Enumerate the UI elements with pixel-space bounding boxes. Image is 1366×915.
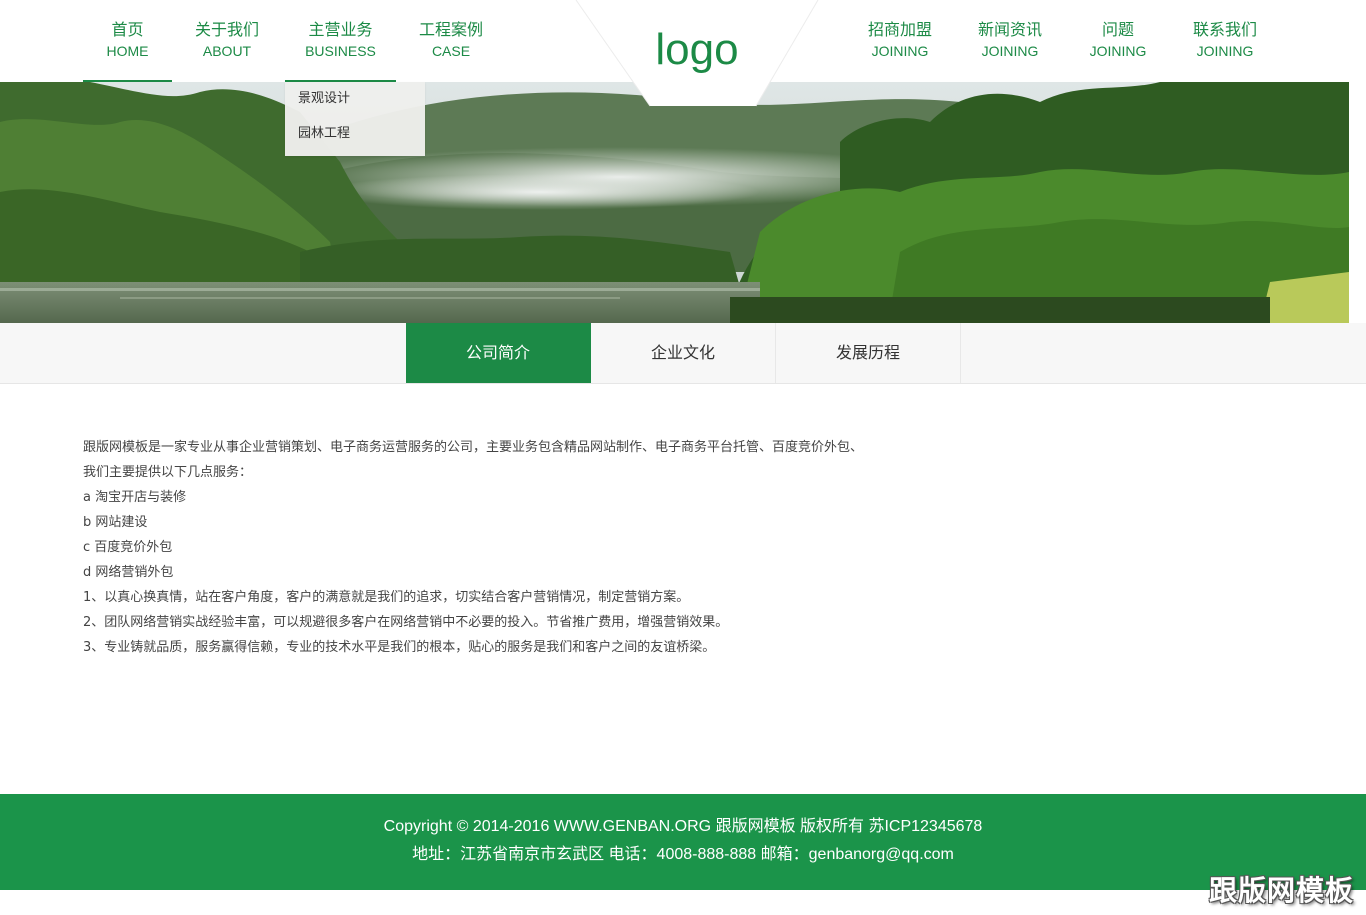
nav-news[interactable]: 新闻资讯 JOINING xyxy=(965,0,1055,80)
nav-faq-en: JOINING xyxy=(1089,43,1147,59)
nav-business-en: BUSINESS xyxy=(305,43,376,59)
nav-news-cn: 新闻资讯 xyxy=(977,20,1042,39)
nav-home-underline xyxy=(83,0,172,82)
nav-about[interactable]: 关于我们 ABOUT xyxy=(182,0,272,80)
hero-banner xyxy=(0,82,1349,323)
nav-contact-cn: 联系我们 xyxy=(1192,20,1257,39)
business-dropdown: 景观设计 园林工程 xyxy=(285,82,425,156)
nav-case[interactable]: 工程案例 CASE xyxy=(406,0,496,80)
nav-faq-cn: 问题 xyxy=(1101,20,1134,39)
dropdown-item-landscape[interactable]: 景观设计 xyxy=(298,90,350,108)
nav-joining-cn: 招商加盟 xyxy=(867,20,932,39)
about-tabbar: 公司简介 企业文化 发展历程 xyxy=(0,323,1366,384)
dropdown-item-garden[interactable]: 园林工程 xyxy=(298,125,350,143)
content-line: b 网站建设 xyxy=(83,515,148,530)
nav-news-en: JOINING xyxy=(981,43,1039,59)
nav-contact[interactable]: 联系我们 JOINING xyxy=(1180,0,1270,80)
nav-case-en: CASE xyxy=(431,43,471,59)
nav-case-cn: 工程案例 xyxy=(418,20,483,39)
nav-about-en: ABOUT xyxy=(202,43,252,59)
content-line: a 淘宝开店与装修 xyxy=(83,490,187,505)
nav-joining[interactable]: 招商加盟 JOINING xyxy=(855,0,945,80)
footer-copyright: Copyright © 2014-2016 WWW.GENBAN.ORG 跟版网… xyxy=(383,818,983,835)
footer-contact: 地址：江苏省南京市玄武区 电话：4008-888-888 邮箱：genbanor… xyxy=(412,846,954,863)
nav-contact-en: JOINING xyxy=(1196,43,1254,59)
forest-lake-image xyxy=(0,82,1349,323)
tab-history[interactable]: 发展历程 xyxy=(776,323,961,383)
nav-business-cn: 主营业务 xyxy=(308,20,373,39)
company-profile-content: 跟版网模板是一家专业从事企业营销策划、电子商务运营服务的公司，主要业务包含精品网… xyxy=(83,435,983,660)
nav-faq[interactable]: 问题 JOINING xyxy=(1073,0,1163,80)
content-line: 2、团队网络营销实战经验丰富，可以规避很多客户在网络营销中不必要的投入。节省推广… xyxy=(83,615,729,630)
content-line: 跟版网模板是一家专业从事企业营销策划、电子商务运营服务的公司，主要业务包含精品网… xyxy=(83,440,864,455)
nav-joining-en: JOINING xyxy=(871,43,929,59)
content-line: 1、以真心换真情，站在客户角度，客户的满意就是我们的追求，切实结合客户营销情况，… xyxy=(83,590,690,605)
tab-corporate-culture[interactable]: 企业文化 xyxy=(591,323,776,383)
site-footer: Copyright © 2014-2016 WWW.GENBAN.ORG 跟版网… xyxy=(0,794,1366,890)
tab-company-profile[interactable]: 公司简介 xyxy=(406,323,591,383)
content-line: c 百度竞价外包 xyxy=(83,540,173,555)
watermark-text: 跟版网模板 xyxy=(1208,874,1354,907)
nav-business[interactable]: 主营业务 BUSINESS xyxy=(285,0,396,82)
content-line: 3、专业铸就品质，服务赢得信赖，专业的技术水平是我们的根本，贴心的服务是我们和客… xyxy=(83,640,716,655)
content-line: d 网络营销外包 xyxy=(83,565,174,580)
nav-about-cn: 关于我们 xyxy=(194,20,259,39)
site-logo[interactable]: logo xyxy=(640,22,754,78)
content-line: 我们主要提供以下几点服务： xyxy=(83,465,253,480)
